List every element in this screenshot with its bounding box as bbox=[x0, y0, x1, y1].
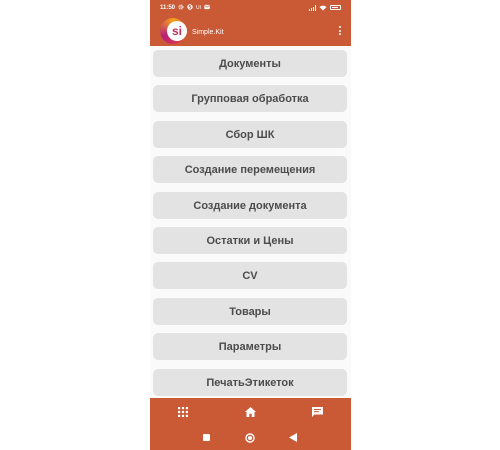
main-menu: Документы Групповая обработка Сбор ШК Со… bbox=[150, 46, 351, 398]
app-title: Simple.Kit bbox=[192, 28, 224, 36]
menu-item-stock-and-prices[interactable]: Остатки и Цены bbox=[153, 227, 347, 254]
more-vert-icon[interactable] bbox=[337, 26, 343, 35]
svg-text:S: S bbox=[189, 4, 192, 9]
s-app-icon: S bbox=[187, 3, 193, 12]
mail-icon bbox=[204, 4, 210, 12]
phone-screen: 11:50 S UI si Simple.Kit Документы Групп… bbox=[150, 0, 351, 450]
app-logo: si bbox=[160, 17, 187, 44]
status-right-group bbox=[309, 4, 341, 11]
menu-item-create-transfer[interactable]: Создание перемещения bbox=[153, 156, 347, 183]
menu-item-goods[interactable]: Товары bbox=[153, 298, 347, 325]
status-bar: 11:50 S UI bbox=[150, 0, 351, 15]
logo-text: si bbox=[167, 20, 187, 41]
menu-item-documents[interactable]: Документы bbox=[153, 50, 347, 77]
menu-item-print-labels[interactable]: ПечатьЭтикеток bbox=[153, 369, 347, 396]
wifi-icon bbox=[319, 5, 327, 10]
recents-icon[interactable] bbox=[194, 425, 218, 450]
chat-icon[interactable] bbox=[302, 398, 332, 425]
back-icon[interactable] bbox=[281, 425, 305, 450]
menu-item-create-document[interactable]: Создание документа bbox=[153, 192, 347, 219]
menu-item-cv[interactable]: CV bbox=[153, 262, 347, 289]
menu-item-group-processing[interactable]: Групповая обработка bbox=[153, 85, 347, 112]
bottom-navigation bbox=[150, 398, 351, 425]
signal-icon bbox=[309, 4, 316, 11]
system-navigation bbox=[150, 425, 351, 450]
menu-item-parameters[interactable]: Параметры bbox=[153, 333, 347, 360]
menu-item-barcode-collection[interactable]: Сбор ШК bbox=[153, 121, 347, 148]
home-circle-icon[interactable] bbox=[238, 425, 262, 450]
gear-icon bbox=[178, 4, 184, 12]
ui-label: UI bbox=[196, 4, 202, 11]
app-bar: si Simple.Kit bbox=[150, 15, 351, 46]
home-icon[interactable] bbox=[235, 398, 265, 425]
apps-grid-icon[interactable] bbox=[168, 398, 198, 425]
status-time: 11:50 bbox=[160, 4, 176, 11]
battery-icon bbox=[330, 5, 341, 10]
